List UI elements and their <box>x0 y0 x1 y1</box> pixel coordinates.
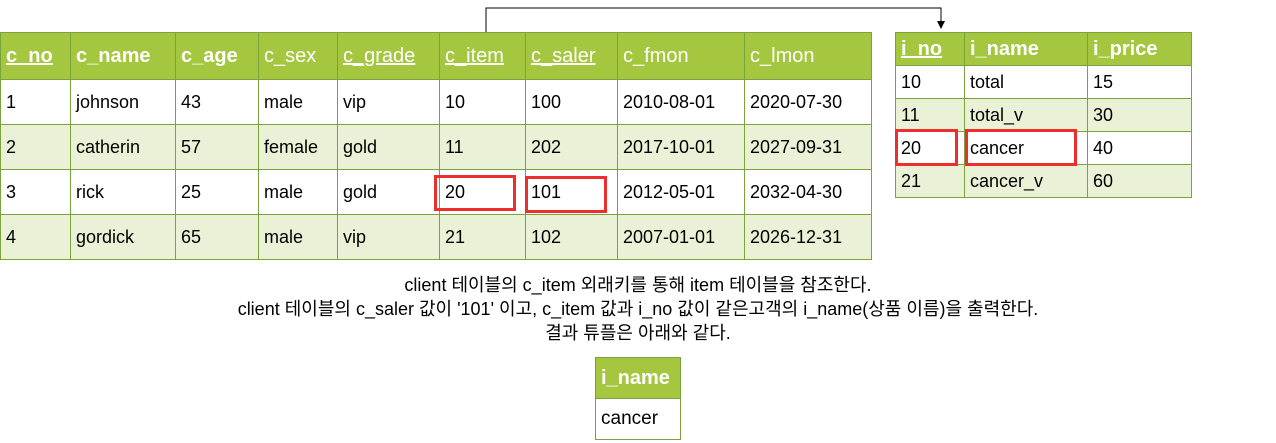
table-row: 21 cancer_v 60 <box>895 164 1192 198</box>
col-header-c-name: c_name <box>70 32 176 80</box>
table-cell: 21 <box>895 164 965 198</box>
table-cell: cancer <box>964 131 1088 165</box>
table-cell: 2007-01-01 <box>617 214 745 260</box>
table-cell: 15 <box>1087 65 1192 99</box>
table-cell: 20 <box>439 169 526 215</box>
table-cell: vip <box>337 214 440 260</box>
table-cell: male <box>258 169 338 215</box>
table-row: 4 gordick 65 male vip 21 102 2007-01-01 … <box>0 214 872 260</box>
col-header-c-lmon: c_lmon <box>744 32 872 80</box>
table-cell: 10 <box>439 79 526 125</box>
table-cell: 25 <box>175 169 259 215</box>
table-cell: 101 <box>525 169 618 215</box>
table-cell: total <box>964 65 1088 99</box>
table-cell: gold <box>337 169 440 215</box>
item-header-row: i_no i_name i_price <box>895 32 1192 66</box>
table-cell: 2032-04-30 <box>744 169 872 215</box>
table-cell: vip <box>337 79 440 125</box>
table-cell: 2012-05-01 <box>617 169 745 215</box>
table-cell: 2020-07-30 <box>744 79 872 125</box>
table-cell: 65 <box>175 214 259 260</box>
table-cell: johnson <box>70 79 176 125</box>
result-table: i_name cancer <box>595 357 681 440</box>
caption-line-3: 결과 튜플은 아래와 같다. <box>545 323 731 343</box>
col-header-c-grade: c_grade <box>337 32 440 80</box>
client-table: c_no c_name c_age c_sex c_grade c_item c… <box>0 32 872 260</box>
table-cell: 4 <box>0 214 71 260</box>
table-cell: 11 <box>439 124 526 170</box>
table-cell: 60 <box>1087 164 1192 198</box>
table-cell: 57 <box>175 124 259 170</box>
table-cell: gordick <box>70 214 176 260</box>
table-cell: 30 <box>1087 98 1192 132</box>
table-cell: 3 <box>0 169 71 215</box>
col-header-c-item: c_item <box>439 32 526 80</box>
table-cell: male <box>258 214 338 260</box>
table-row: 20 cancer 40 <box>895 131 1192 165</box>
col-header-i-price: i_price <box>1087 32 1192 66</box>
table-row: 11 total_v 30 <box>895 98 1192 132</box>
col-header-c-saler: c_saler <box>525 32 618 80</box>
caption-line-1: client 테이블의 c_item 외래키를 통해 item 테이블을 참조한… <box>404 275 872 295</box>
col-header-i-name: i_name <box>964 32 1088 66</box>
table-cell: total_v <box>964 98 1088 132</box>
table-cell: catherin <box>70 124 176 170</box>
col-header-i-no: i_no <box>895 32 965 66</box>
table-cell: rick <box>70 169 176 215</box>
col-header-c-fmon: c_fmon <box>617 32 745 80</box>
table-cell: 1 <box>0 79 71 125</box>
table-cell: 2026-12-31 <box>744 214 872 260</box>
table-cell: cancer_v <box>964 164 1088 198</box>
table-cell: 100 <box>525 79 618 125</box>
caption-line-2: client 테이블의 c_saler 값이 '101' 이고, c_item … <box>237 299 1039 319</box>
table-cell: male <box>258 79 338 125</box>
table-cell: 40 <box>1087 131 1192 165</box>
result-header-row: i_name <box>595 357 681 399</box>
item-table: i_no i_name i_price 10 total 15 11 total… <box>895 32 1192 198</box>
table-cell: cancer <box>595 398 681 440</box>
table-row: 10 total 15 <box>895 65 1192 99</box>
table-cell: 2017-10-01 <box>617 124 745 170</box>
table-cell: female <box>258 124 338 170</box>
col-header-result-i-name: i_name <box>595 357 681 399</box>
table-row: cancer <box>595 398 681 440</box>
col-header-c-sex: c_sex <box>258 32 338 80</box>
table-row: 3 rick 25 male gold 20 101 2012-05-01 20… <box>0 169 872 215</box>
table-cell: 21 <box>439 214 526 260</box>
table-cell: 10 <box>895 65 965 99</box>
table-cell: 102 <box>525 214 618 260</box>
table-cell: 2027-09-31 <box>744 124 872 170</box>
table-cell: 11 <box>895 98 965 132</box>
col-header-c-age: c_age <box>175 32 259 80</box>
table-cell: 20 <box>895 131 965 165</box>
table-cell: 2 <box>0 124 71 170</box>
col-header-c-no: c_no <box>0 32 71 80</box>
table-cell: gold <box>337 124 440 170</box>
client-header-row: c_no c_name c_age c_sex c_grade c_item c… <box>0 32 872 80</box>
table-cell: 2010-08-01 <box>617 79 745 125</box>
table-cell: 202 <box>525 124 618 170</box>
table-cell: 43 <box>175 79 259 125</box>
table-row: 2 catherin 57 female gold 11 202 2017-10… <box>0 124 872 170</box>
table-row: 1 johnson 43 male vip 10 100 2010-08-01 … <box>0 79 872 125</box>
